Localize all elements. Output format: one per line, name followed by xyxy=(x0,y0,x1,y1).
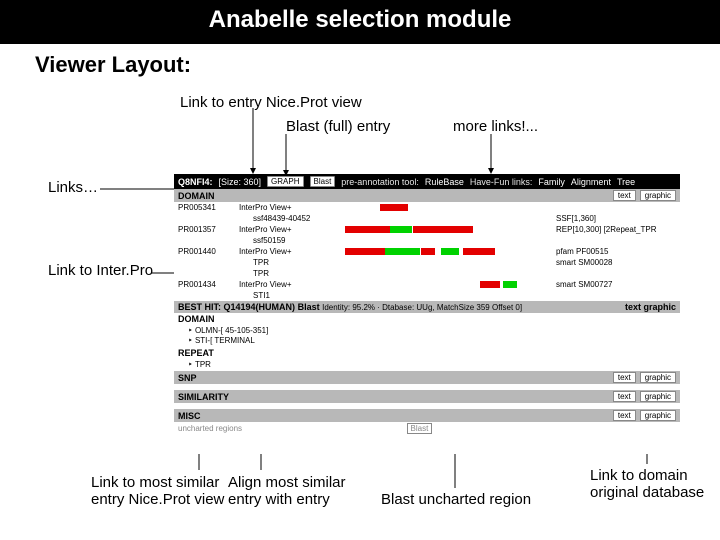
nav-alignment-link[interactable]: Alignment xyxy=(571,177,611,187)
section-similarity: SIMILARITY text graphic xyxy=(174,390,680,403)
ann-most-similar-l1: Link to most similar xyxy=(91,474,219,491)
domain-code[interactable]: PR005341 xyxy=(178,203,233,212)
anabelle-viewer: Q8NFI4: [Size: 360] GRAPH Blast pre-anno… xyxy=(174,174,680,454)
misc-text-button[interactable]: text xyxy=(613,410,636,421)
ann-domain-db-l2: original database xyxy=(590,484,704,501)
ann-align-most-l2: entry with entry xyxy=(228,491,330,508)
navlinks-label: Have-Fun links: xyxy=(470,177,533,187)
entry-length: [Size: 360] xyxy=(219,177,262,187)
ann-link-interpro: Link to Inter.Pro xyxy=(48,262,153,279)
interpro-link[interactable]: InterPro View+ xyxy=(239,203,292,212)
repeat-sub-item: TPR xyxy=(188,360,676,370)
ann-most-similar-l2: entry Nice.Prot view xyxy=(91,491,224,508)
domain-row: PR001434 InterPro View+ smart SM00727 xyxy=(174,279,680,290)
domain-row: PR005341 InterPro View+ xyxy=(174,202,680,213)
domain-row: PR001357 InterPro View+ REP[10,300] [2Repe… xyxy=(174,224,680,235)
ann-more-links: more links!... xyxy=(453,118,538,135)
domain-rows: PR005341 InterPro View+ ssf48439-40452 SSF[… xyxy=(174,202,680,301)
sim-text-button[interactable]: text xyxy=(613,391,636,402)
viewer-header: Q8NFI4: [Size: 360] GRAPH Blast pre-anno… xyxy=(174,174,680,189)
domain-right-label[interactable]: smart SM00028 xyxy=(556,258,676,267)
section-domain: DOMAIN text graphic xyxy=(174,189,680,202)
domain-code[interactable]: PR001440 xyxy=(178,247,233,256)
preann-label: pre-annotation tool: xyxy=(341,177,419,187)
domain-track xyxy=(335,226,550,233)
nav-family-link[interactable]: Family xyxy=(538,177,565,187)
domain-track xyxy=(335,281,550,288)
domain-code[interactable]: PR001434 xyxy=(178,280,233,289)
repeat-item-2: STI-[ TERMINAL xyxy=(188,336,676,346)
domain-sub-id[interactable]: TPR xyxy=(239,258,343,267)
arrow-more-links xyxy=(490,134,492,174)
besthit-id[interactable]: Q14194(HUMAN) xyxy=(224,302,296,312)
domain-track xyxy=(335,204,550,211)
slide-title: Anabelle selection module xyxy=(0,0,720,44)
preann-link[interactable]: RuleBase xyxy=(425,177,464,187)
domain-db-link[interactable]: smart SM00727 xyxy=(556,280,676,289)
snp-graphic-button[interactable]: graphic xyxy=(640,372,676,383)
domain-row: ssf48439-40452 SSF[1,360] xyxy=(174,213,680,224)
domain-text-button[interactable]: text xyxy=(613,190,636,201)
besthit-graphic-button[interactable]: graphic xyxy=(643,302,676,312)
domain-sub-id[interactable]: STI1 xyxy=(239,291,343,300)
repeat-item-1: OLMN-[ 45-105-351] xyxy=(188,326,676,336)
repeat-heading-label: REPEAT xyxy=(178,348,214,358)
domain-db-link[interactable]: REP[10,300] [2Repeat_TPR xyxy=(556,225,676,234)
repeat-domain-sub: DOMAIN xyxy=(174,313,680,325)
besthit-stats: Identity: 95.2% · Dtabase: UUg, MatchSiz… xyxy=(322,303,522,312)
ann-align-most-l1: Align most similar xyxy=(228,474,346,491)
domain-row: PR001440 InterPro View+ pfam PF00515 xyxy=(174,246,680,257)
section-besthit-label: BEST HIT: xyxy=(178,302,221,312)
section-snp: SNP text graphic xyxy=(174,371,680,384)
besthit-blast-button[interactable]: Blast xyxy=(298,302,320,312)
ann-blast-uncharted: Blast uncharted region xyxy=(381,491,531,508)
arrow-niceprot xyxy=(252,108,254,174)
domain-sub-id[interactable]: ssf50159 xyxy=(239,236,343,245)
interpro-link[interactable]: InterPro View+ xyxy=(239,247,292,256)
slide-body: Viewer Layout: Link to entry Nice.Prot v… xyxy=(0,44,720,540)
ann-link-niceprot: Link to entry Nice.Prot view xyxy=(180,94,362,111)
interpro-link[interactable]: InterPro View+ xyxy=(239,280,292,289)
domain-row: STI1 xyxy=(174,290,680,301)
ann-domain-db-l1: Link to domain xyxy=(590,467,688,484)
domain-row: TPR xyxy=(174,268,680,279)
arrow-blast-full xyxy=(285,134,287,176)
repeat-domain-label: DOMAIN xyxy=(178,314,215,324)
repeat-bullets: OLMN-[ 45-105-351] STI-[ TERMINAL xyxy=(174,325,680,347)
section-besthit: BEST HIT: Q14194(HUMAN) Blast Identity: … xyxy=(174,301,680,313)
viewer-footer: uncharted regions Blast xyxy=(174,422,680,435)
snp-text-button[interactable]: text xyxy=(613,372,636,383)
domain-right-label[interactable]: SSF[1,360] xyxy=(556,214,676,223)
misc-graphic-button[interactable]: graphic xyxy=(640,410,676,421)
domain-graphic-button[interactable]: graphic xyxy=(640,190,676,201)
section-domain-label: DOMAIN xyxy=(178,191,215,201)
sim-graphic-button[interactable]: graphic xyxy=(640,391,676,402)
ann-links: Links… xyxy=(48,179,98,196)
section-heading: Viewer Layout: xyxy=(35,52,191,78)
blast-full-button[interactable]: Blast xyxy=(310,176,336,187)
domain-row: TPR smart SM00028 xyxy=(174,257,680,268)
repeat-heading: REPEAT xyxy=(174,347,680,359)
domain-code[interactable]: PR001357 xyxy=(178,225,233,234)
uncharted-label: uncharted regions xyxy=(178,424,242,433)
besthit-text-button[interactable]: text xyxy=(625,302,641,312)
domain-row: ssf50159 xyxy=(174,235,680,246)
section-misc-label: MISC xyxy=(178,411,201,421)
domain-sub-id[interactable]: ssf48439-40452 xyxy=(239,214,343,223)
domain-sub-id[interactable]: TPR xyxy=(239,269,343,278)
section-similarity-label: SIMILARITY xyxy=(178,392,229,402)
section-snp-label: SNP xyxy=(178,373,197,383)
repeat-sub-bullets: TPR xyxy=(174,359,680,371)
entry-id[interactable]: Q8NFI4: xyxy=(178,177,213,187)
uncharted-blast-button[interactable]: Blast xyxy=(407,423,433,434)
domain-db-link[interactable]: pfam PF00515 xyxy=(556,247,676,256)
nav-tree-link[interactable]: Tree xyxy=(617,177,635,187)
interpro-link[interactable]: InterPro View+ xyxy=(239,225,292,234)
domain-track xyxy=(335,248,550,255)
ann-blast-full: Blast (full) entry xyxy=(286,118,390,135)
graph-button[interactable]: GRAPH xyxy=(267,176,303,187)
section-misc: MISC text graphic xyxy=(174,409,680,422)
